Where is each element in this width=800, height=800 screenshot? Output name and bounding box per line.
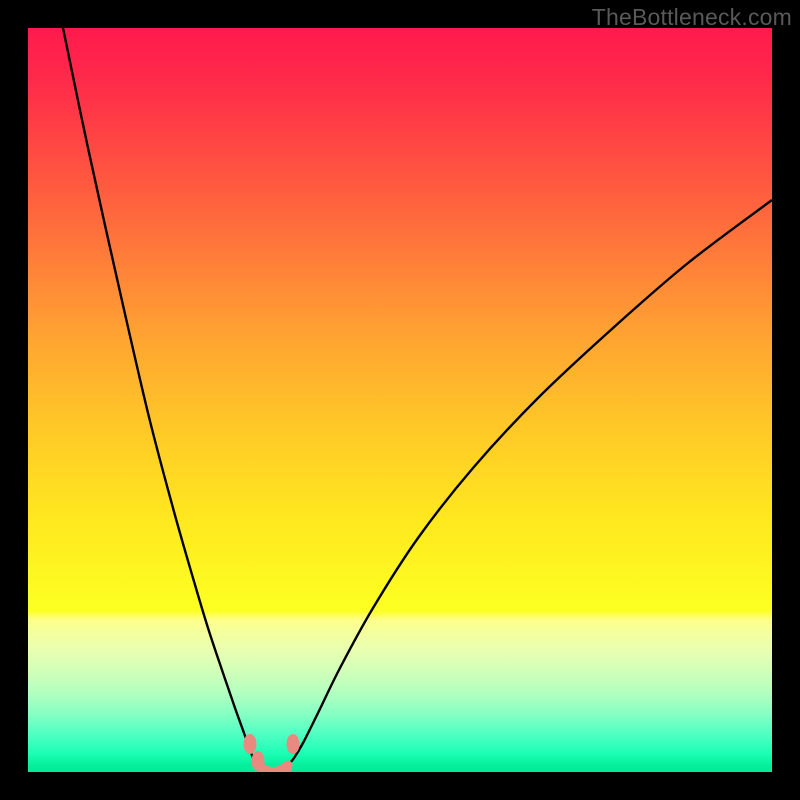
curve-right-branch (288, 200, 772, 765)
curve-left-branch (63, 28, 258, 765)
attribution-watermark: TheBottleneck.com (592, 4, 792, 31)
curve-markers (244, 734, 300, 772)
plot-frame (28, 28, 772, 772)
curve-marker (287, 734, 300, 754)
bottleneck-curve (28, 28, 772, 772)
curve-marker (244, 734, 257, 754)
